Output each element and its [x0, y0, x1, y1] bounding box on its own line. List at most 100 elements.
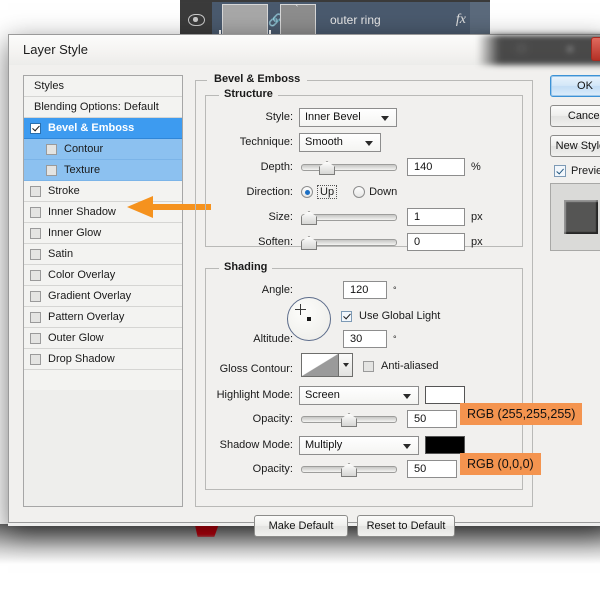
shadow-mode-select[interactable]: Multiply	[299, 436, 419, 455]
styles-item-inner-shadow[interactable]: Inner Shadow	[24, 202, 182, 223]
styles-item-drop-shadow[interactable]: Drop Shadow	[24, 349, 182, 370]
layer-name-label[interactable]: outer ring	[330, 13, 456, 27]
highlight-mode-row: Highlight Mode: Screen	[195, 385, 525, 405]
ok-button[interactable]: OK	[550, 75, 600, 97]
dialog-titlebar[interactable]: Layer Style ☐■■▬▬▬	[9, 35, 600, 65]
styles-item-label: Inner Glow	[48, 227, 101, 239]
styles-item-blending-options[interactable]: Blending Options: Default	[24, 97, 182, 118]
checkbox-outer-glow[interactable]	[30, 333, 41, 344]
styles-item-label: Stroke	[48, 185, 80, 197]
preview-toggle[interactable]: Preview	[554, 165, 600, 177]
fx-icon[interactable]: fx	[456, 12, 466, 28]
highlight-opacity-label: Opacity:	[195, 413, 293, 425]
size-input[interactable]: 1	[407, 208, 465, 226]
altitude-value: 30	[350, 333, 362, 345]
gloss-contour-dropdown[interactable]	[339, 353, 353, 377]
direction-row: Direction: Up Down	[205, 182, 505, 202]
styles-item-label: Pattern Overlay	[48, 311, 124, 323]
layer-mask-thumbnail[interactable]	[280, 4, 316, 36]
soften-label: Soften:	[205, 236, 293, 248]
altitude-label: Altitude:	[205, 333, 293, 345]
style-value: Inner Bevel	[305, 111, 361, 123]
checkbox-inner-shadow[interactable]	[30, 207, 41, 218]
checkbox-color-overlay[interactable]	[30, 270, 41, 281]
soften-input[interactable]: 0	[407, 233, 465, 251]
reset-to-default-button[interactable]: Reset to Default	[357, 515, 455, 537]
shadow-opacity-slider[interactable]	[301, 460, 397, 478]
styles-item-satin[interactable]: Satin	[24, 244, 182, 265]
checkbox-pattern-overlay[interactable]	[30, 312, 41, 323]
technique-select[interactable]: Smooth	[299, 133, 381, 152]
styles-item-texture[interactable]: Texture	[24, 160, 182, 181]
size-label: Size:	[205, 211, 293, 223]
preview-checkbox[interactable]	[554, 165, 566, 177]
bevel-emboss-panel: Bevel & Emboss Structure Style: Inner Be…	[195, 75, 533, 507]
cancel-button[interactable]: Cancel	[550, 105, 600, 127]
checkbox-stroke[interactable]	[30, 186, 41, 197]
direction-down-radio[interactable]	[353, 186, 365, 198]
direction-down-label[interactable]: Down	[369, 186, 397, 198]
shadow-opacity-label: Opacity:	[195, 463, 293, 475]
highlight-opacity-slider[interactable]	[301, 410, 397, 428]
styles-item-pattern-overlay[interactable]: Pattern Overlay	[24, 307, 182, 328]
shadow-color-swatch[interactable]	[425, 436, 465, 454]
chevron-down-icon	[403, 394, 411, 399]
preview-label: Preview	[571, 165, 600, 177]
altitude-unit: °	[393, 334, 397, 344]
styles-item-color-overlay[interactable]: Color Overlay	[24, 265, 182, 286]
photoshop-layer-row[interactable]: 🔗 outer ring fx	[180, 2, 490, 38]
styles-item-gradient-overlay[interactable]: Gradient Overlay	[24, 286, 182, 307]
highlight-color-swatch[interactable]	[425, 386, 465, 404]
make-default-button[interactable]: Make Default	[254, 515, 348, 537]
altitude-input[interactable]: 30	[343, 330, 387, 348]
soften-row: Soften: 0 px	[205, 232, 515, 252]
dialog-title: Layer Style	[23, 42, 88, 57]
close-icon[interactable]	[591, 37, 600, 61]
styles-item-stroke[interactable]: Stroke	[24, 181, 182, 202]
link-icon[interactable]: 🔗	[268, 14, 280, 26]
highlight-opacity-input[interactable]: 50	[407, 410, 457, 428]
checkbox-texture[interactable]	[46, 165, 57, 176]
direction-up-radio[interactable]	[301, 186, 313, 198]
direction-up-label[interactable]: Up	[317, 185, 337, 199]
shadow-opacity-value: 50	[414, 463, 426, 475]
anti-aliased-row: Anti-aliased	[363, 356, 438, 376]
styles-item-label: Contour	[64, 143, 103, 155]
use-global-light-checkbox[interactable]	[341, 311, 352, 322]
style-select[interactable]: Inner Bevel	[299, 108, 397, 127]
anti-aliased-label: Anti-aliased	[381, 360, 438, 372]
styles-item-bevel-emboss[interactable]: Bevel & Emboss	[24, 118, 182, 139]
styles-item-inner-glow[interactable]: Inner Glow	[24, 223, 182, 244]
soften-value: 0	[414, 236, 420, 248]
layer-visibility-toggle[interactable]	[180, 2, 212, 38]
styles-item-label: Texture	[64, 164, 100, 176]
angle-input[interactable]: 120	[343, 281, 387, 299]
checkbox-gradient-overlay[interactable]	[30, 291, 41, 302]
styles-item-outer-glow[interactable]: Outer Glow	[24, 328, 182, 349]
checkbox-satin[interactable]	[30, 249, 41, 260]
new-style-button[interactable]: New Style...	[550, 135, 600, 157]
dialog-action-column: OK Cancel New Style... Preview	[550, 75, 600, 251]
checkbox-bevel-emboss[interactable]	[30, 123, 41, 134]
styles-item-contour[interactable]: Contour	[24, 139, 182, 160]
depth-input[interactable]: 140	[407, 158, 465, 176]
layer-thumbnail[interactable]	[222, 4, 268, 36]
technique-value: Smooth	[305, 136, 343, 148]
photoshop-panel-edge	[470, 2, 490, 38]
style-label: Style:	[205, 111, 293, 123]
gloss-contour-preview[interactable]	[301, 353, 339, 377]
checkbox-drop-shadow[interactable]	[30, 354, 41, 365]
highlight-mode-select[interactable]: Screen	[299, 386, 419, 405]
anti-aliased-checkbox[interactable]	[363, 361, 374, 372]
soften-slider[interactable]	[301, 233, 397, 251]
altitude-row: Altitude: 30 °	[205, 329, 505, 349]
shadow-opacity-input[interactable]: 50	[407, 460, 457, 478]
styles-list-header[interactable]: Styles	[24, 76, 182, 97]
styles-item-label: Bevel & Emboss	[48, 122, 134, 134]
checkbox-inner-glow[interactable]	[30, 228, 41, 239]
depth-slider-track	[301, 164, 397, 171]
depth-slider[interactable]	[301, 158, 397, 176]
checkbox-contour[interactable]	[46, 144, 57, 155]
size-slider[interactable]	[301, 208, 397, 226]
style-preview-thumbnail	[550, 183, 600, 251]
